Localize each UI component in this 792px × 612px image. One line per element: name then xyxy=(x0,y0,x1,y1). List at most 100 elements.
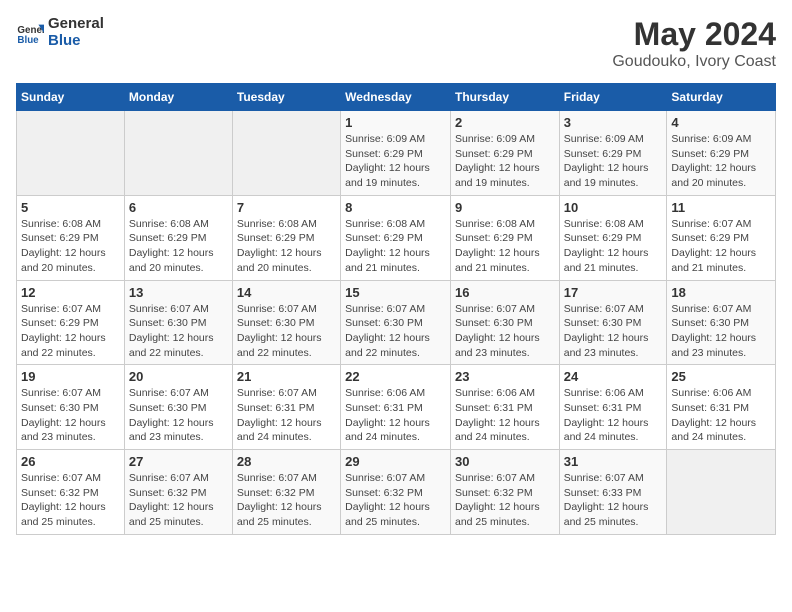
weekday-header-cell: Wednesday xyxy=(341,84,451,111)
day-info: Sunrise: 6:07 AM Sunset: 6:30 PM Dayligh… xyxy=(671,302,771,361)
day-number: 18 xyxy=(671,285,771,300)
calendar-day-cell: 22Sunrise: 6:06 AM Sunset: 6:31 PM Dayli… xyxy=(341,365,451,450)
calendar-day-cell: 10Sunrise: 6:08 AM Sunset: 6:29 PM Dayli… xyxy=(559,195,667,280)
calendar-week-row: 1 Sunrise: 6:09 AM Sunset: 6:29 PM Daylig… xyxy=(17,111,776,196)
calendar-day-cell: 3 Sunrise: 6:09 AM Sunset: 6:29 PM Daylig… xyxy=(559,111,667,196)
day-info: Sunrise: 6:09 AM Sunset: 6:29 PM Dayligh… xyxy=(345,132,446,191)
day-info: Sunrise: 6:07 AM Sunset: 6:33 PM Dayligh… xyxy=(564,471,663,530)
calendar-day-cell: 28 Sunrise: 6:07 AM Sunset: 6:32 PM Dayli… xyxy=(232,450,340,535)
day-number: 6 xyxy=(129,200,228,215)
calendar-day-cell: 17 Sunrise: 6:07 AM Sunset: 6:30 PM Dayli… xyxy=(559,280,667,365)
day-number: 12 xyxy=(21,285,120,300)
calendar-day-cell: 20 Sunrise: 6:07 AM Sunset: 6:30 PM Dayli… xyxy=(124,365,232,450)
day-number: 13 xyxy=(129,285,228,300)
day-number: 28 xyxy=(237,454,336,469)
calendar-day-cell: 7Sunrise: 6:08 AM Sunset: 6:29 PM Daylig… xyxy=(232,195,340,280)
calendar-day-cell: 2 Sunrise: 6:09 AM Sunset: 6:29 PM Daylig… xyxy=(450,111,559,196)
day-number: 4 xyxy=(671,115,771,130)
weekday-header-cell: Saturday xyxy=(667,84,776,111)
calendar-week-row: 5 Sunrise: 6:08 AM Sunset: 6:29 PM Daylig… xyxy=(17,195,776,280)
calendar-day-cell: 27Sunrise: 6:07 AM Sunset: 6:32 PM Dayli… xyxy=(124,450,232,535)
day-info: Sunrise: 6:07 AM Sunset: 6:30 PM Dayligh… xyxy=(564,302,663,361)
day-info: Sunrise: 6:09 AM Sunset: 6:29 PM Dayligh… xyxy=(564,132,663,191)
calendar-day-cell: 23 Sunrise: 6:06 AM Sunset: 6:31 PM Dayli… xyxy=(450,365,559,450)
day-info: Sunrise: 6:07 AM Sunset: 6:30 PM Dayligh… xyxy=(129,302,228,361)
day-number: 5 xyxy=(21,200,120,215)
day-info: Sunrise: 6:07 AM Sunset: 6:32 PM Dayligh… xyxy=(455,471,555,530)
calendar-day-cell: 26Sunrise: 6:07 AM Sunset: 6:32 PM Dayli… xyxy=(17,450,125,535)
calendar-day-cell xyxy=(232,111,340,196)
day-info: Sunrise: 6:07 AM Sunset: 6:29 PM Dayligh… xyxy=(671,217,771,276)
weekday-header-cell: Tuesday xyxy=(232,84,340,111)
calendar-day-cell: 19Sunrise: 6:07 AM Sunset: 6:30 PM Dayli… xyxy=(17,365,125,450)
day-info: Sunrise: 6:07 AM Sunset: 6:32 PM Dayligh… xyxy=(237,471,336,530)
day-number: 19 xyxy=(21,369,120,384)
calendar-day-cell xyxy=(17,111,125,196)
day-number: 1 xyxy=(345,115,446,130)
day-info: Sunrise: 6:06 AM Sunset: 6:31 PM Dayligh… xyxy=(455,386,555,445)
day-info: Sunrise: 6:07 AM Sunset: 6:30 PM Dayligh… xyxy=(345,302,446,361)
day-info: Sunrise: 6:08 AM Sunset: 6:29 PM Dayligh… xyxy=(455,217,555,276)
calendar-day-cell: 6 Sunrise: 6:08 AM Sunset: 6:29 PM Daylig… xyxy=(124,195,232,280)
calendar-day-cell: 30 Sunrise: 6:07 AM Sunset: 6:32 PM Dayli… xyxy=(450,450,559,535)
calendar-body: 1 Sunrise: 6:09 AM Sunset: 6:29 PM Daylig… xyxy=(17,111,776,535)
calendar-day-cell: 16 Sunrise: 6:07 AM Sunset: 6:30 PM Dayli… xyxy=(450,280,559,365)
calendar-week-row: 12 Sunrise: 6:07 AM Sunset: 6:29 PM Dayli… xyxy=(17,280,776,365)
day-info: Sunrise: 6:07 AM Sunset: 6:29 PM Dayligh… xyxy=(21,302,120,361)
month-year-title: May 2024 xyxy=(612,16,776,53)
calendar-day-cell: 14Sunrise: 6:07 AM Sunset: 6:30 PM Dayli… xyxy=(232,280,340,365)
logo-general-text: General xyxy=(48,16,104,33)
day-number: 26 xyxy=(21,454,120,469)
day-info: Sunrise: 6:08 AM Sunset: 6:29 PM Dayligh… xyxy=(345,217,446,276)
location-subtitle: Goudouko, Ivory Coast xyxy=(612,53,776,71)
page-header: General Blue General Blue May 2024 Goudo… xyxy=(16,16,776,71)
day-number: 17 xyxy=(564,285,663,300)
calendar-day-cell: 24Sunrise: 6:06 AM Sunset: 6:31 PM Dayli… xyxy=(559,365,667,450)
day-info: Sunrise: 6:08 AM Sunset: 6:29 PM Dayligh… xyxy=(564,217,663,276)
day-info: Sunrise: 6:07 AM Sunset: 6:32 PM Dayligh… xyxy=(129,471,228,530)
day-number: 23 xyxy=(455,369,555,384)
day-info: Sunrise: 6:09 AM Sunset: 6:29 PM Dayligh… xyxy=(455,132,555,191)
day-number: 2 xyxy=(455,115,555,130)
day-number: 30 xyxy=(455,454,555,469)
day-info: Sunrise: 6:08 AM Sunset: 6:29 PM Dayligh… xyxy=(21,217,120,276)
day-number: 8 xyxy=(345,200,446,215)
day-info: Sunrise: 6:06 AM Sunset: 6:31 PM Dayligh… xyxy=(671,386,771,445)
calendar-day-cell: 18 Sunrise: 6:07 AM Sunset: 6:30 PM Dayli… xyxy=(667,280,776,365)
day-info: Sunrise: 6:07 AM Sunset: 6:30 PM Dayligh… xyxy=(455,302,555,361)
calendar-day-cell: 21Sunrise: 6:07 AM Sunset: 6:31 PM Dayli… xyxy=(232,365,340,450)
day-number: 24 xyxy=(564,369,663,384)
day-number: 14 xyxy=(237,285,336,300)
calendar-week-row: 26 Sunrise: 6:07 AM Sunset: 6:32 PM Dayli… xyxy=(17,450,776,535)
calendar-day-cell: 8 Sunrise: 6:08 AM Sunset: 6:29 PM Daylig… xyxy=(341,195,451,280)
logo-blue-text: Blue xyxy=(48,33,104,50)
calendar-day-cell: 11Sunrise: 6:07 AM Sunset: 6:29 PM Dayli… xyxy=(667,195,776,280)
calendar-day-cell: 25 Sunrise: 6:06 AM Sunset: 6:31 PM Dayli… xyxy=(667,365,776,450)
day-number: 21 xyxy=(237,369,336,384)
calendar-day-cell xyxy=(667,450,776,535)
day-info: Sunrise: 6:09 AM Sunset: 6:29 PM Dayligh… xyxy=(671,132,771,191)
calendar-day-cell: 1 Sunrise: 6:09 AM Sunset: 6:29 PM Daylig… xyxy=(341,111,451,196)
day-info: Sunrise: 6:08 AM Sunset: 6:29 PM Dayligh… xyxy=(129,217,228,276)
calendar-day-cell: 9 Sunrise: 6:08 AM Sunset: 6:29 PM Daylig… xyxy=(450,195,559,280)
calendar-day-cell: 12 Sunrise: 6:07 AM Sunset: 6:29 PM Dayli… xyxy=(17,280,125,365)
day-number: 16 xyxy=(455,285,555,300)
calendar-day-cell: 15 Sunrise: 6:07 AM Sunset: 6:30 PM Dayli… xyxy=(341,280,451,365)
day-number: 15 xyxy=(345,285,446,300)
weekday-header-row: SundayMondayTuesdayWednesdayThursdayFrid… xyxy=(17,84,776,111)
day-number: 3 xyxy=(564,115,663,130)
calendar-table: SundayMondayTuesdayWednesdayThursdayFrid… xyxy=(16,83,776,535)
day-info: Sunrise: 6:07 AM Sunset: 6:32 PM Dayligh… xyxy=(345,471,446,530)
day-number: 25 xyxy=(671,369,771,384)
day-number: 20 xyxy=(129,369,228,384)
weekday-header-cell: Monday xyxy=(124,84,232,111)
calendar-week-row: 19 Sunrise: 6:07 AM Sunset: 6:30 PM Dayli… xyxy=(17,365,776,450)
day-info: Sunrise: 6:07 AM Sunset: 6:30 PM Dayligh… xyxy=(129,386,228,445)
calendar-day-cell: 13 Sunrise: 6:07 AM Sunset: 6:30 PM Dayli… xyxy=(124,280,232,365)
weekday-header-cell: Friday xyxy=(559,84,667,111)
day-number: 31 xyxy=(564,454,663,469)
weekday-header-cell: Thursday xyxy=(450,84,559,111)
day-number: 22 xyxy=(345,369,446,384)
logo: General Blue General Blue xyxy=(16,16,104,49)
day-number: 9 xyxy=(455,200,555,215)
